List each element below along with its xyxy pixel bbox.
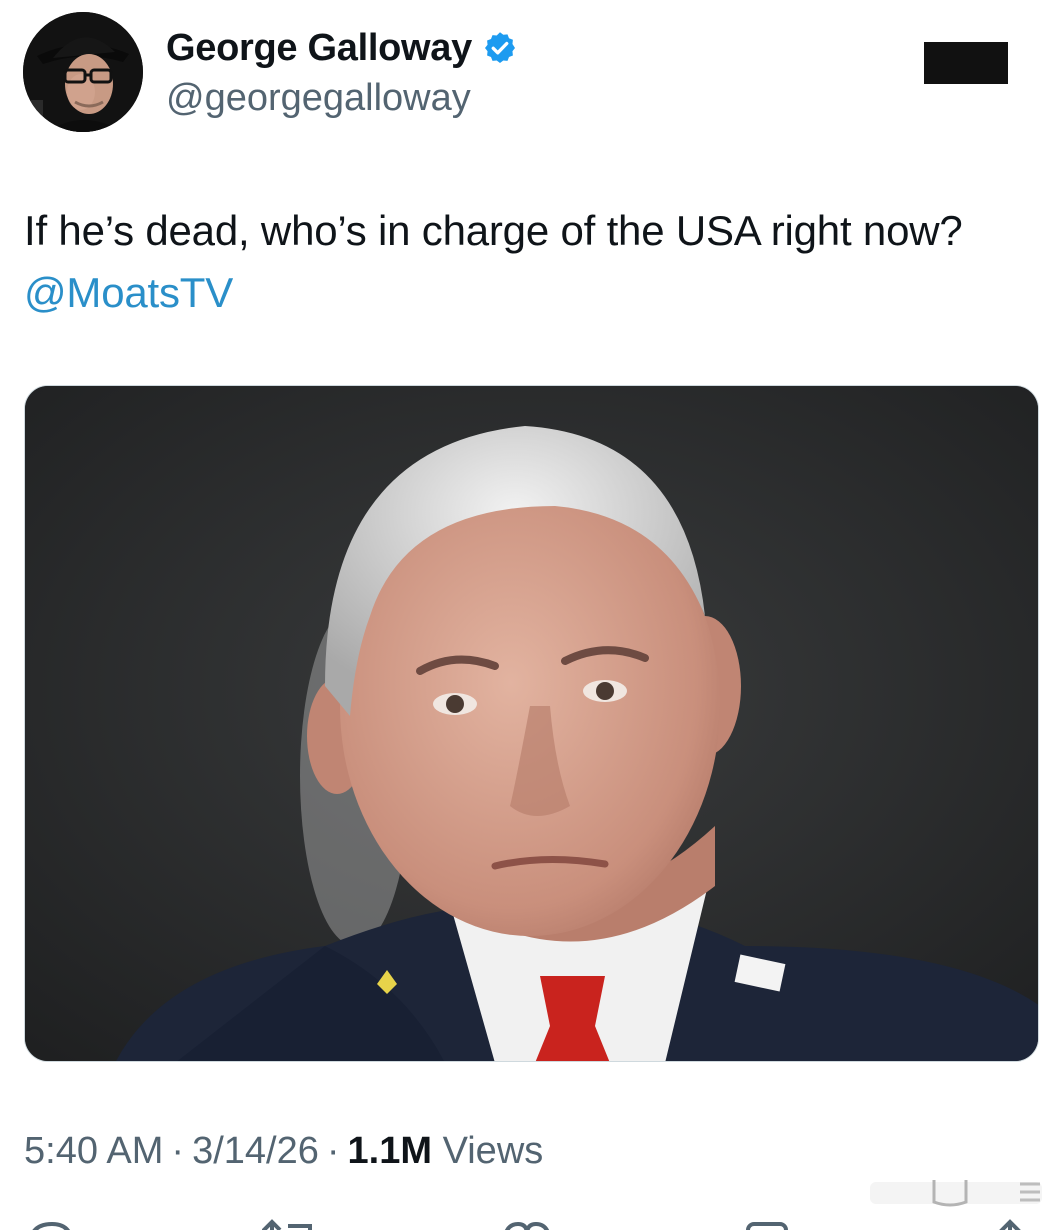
repost-icon[interactable] (258, 1216, 318, 1230)
avatar-portrait (23, 12, 143, 132)
tweet-meta: 5:40 AM · 3/14/26 · 1.1M Views (24, 1128, 543, 1174)
share-icon[interactable] (990, 1216, 1030, 1230)
meta-separator: · (326, 1130, 340, 1172)
portrait-photo (25, 386, 1038, 1061)
tweet-body: If he’s dead, who’s in charge of the USA… (24, 207, 963, 254)
tweet-time[interactable]: 5:40 AM (24, 1130, 163, 1172)
redacted-follow-button (924, 42, 1008, 84)
views-label: Views (442, 1130, 544, 1172)
mention-link[interactable]: @MoatsTV (24, 269, 233, 316)
verified-badge-icon (484, 32, 515, 63)
tweet-date[interactable]: 3/14/26 (192, 1130, 319, 1172)
views-count: 1.1M (347, 1130, 433, 1172)
bookmark-icon[interactable] (744, 1216, 790, 1230)
tweet-photo[interactable] (24, 385, 1039, 1062)
meta-separator: · (171, 1130, 185, 1172)
author-avatar[interactable] (23, 12, 143, 132)
heart-icon[interactable] (500, 1216, 554, 1230)
action-bar (0, 1212, 1064, 1230)
author-handle[interactable]: @georgegalloway (166, 76, 471, 120)
tweet-text: If he’s dead, who’s in charge of the USA… (24, 200, 1024, 324)
watermark-logo (870, 1180, 1042, 1207)
author-name-row: George Galloway (166, 26, 518, 70)
reply-icon[interactable] (26, 1216, 76, 1230)
author-display-name[interactable]: George Galloway (166, 26, 472, 70)
